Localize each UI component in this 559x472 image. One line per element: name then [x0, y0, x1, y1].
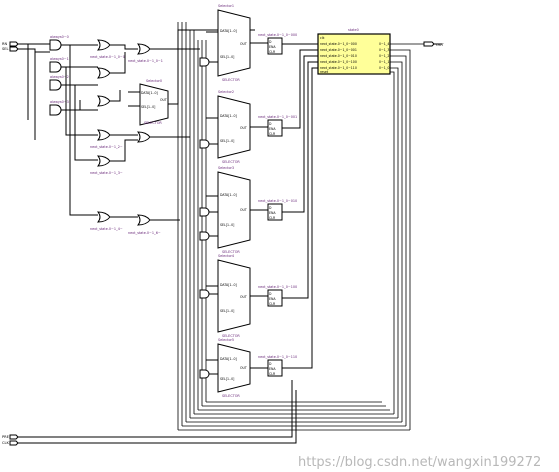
- input-port-pre-label: PRE: [2, 435, 10, 439]
- state-block-footer: reset: [320, 70, 329, 74]
- state-block-header: clk: [320, 36, 325, 40]
- selector-0-type: SELECTOR: [144, 121, 162, 125]
- gate-always0-0: always0~0: [49, 35, 69, 51]
- svg-text:ENA: ENA: [269, 127, 276, 131]
- selector-2-name: Selector2: [218, 90, 234, 94]
- selector-0-out: OUT: [160, 98, 167, 102]
- svg-text:CLR: CLR: [269, 216, 276, 220]
- gate-next-state-8: next_state.0~1_6~: [128, 214, 161, 235]
- gate-next-state-8-label: next_state.0~1_6~: [128, 231, 161, 235]
- input-port-pre: PRE: [2, 434, 19, 440]
- selector-2-type: SELECTOR: [222, 160, 240, 164]
- gate-next-state-3-label: next_state.0~1_2~: [90, 145, 123, 149]
- selector-3-name: Selector3: [218, 166, 234, 170]
- register-4: next_state.0~1_0~110 D ENA CLR: [258, 355, 297, 377]
- gate-next-state-1: [96, 67, 111, 79]
- schematic-canvas: RN SEL always0~0 always0~1 always0~2 alw…: [0, 0, 559, 472]
- gate-next-state-6-label: next_state.0~1_0~1: [128, 59, 163, 63]
- gate-always0-0-label: always0~0: [50, 35, 69, 39]
- selector-0-data-pin: DATA[1..0]: [141, 91, 158, 95]
- selector-5: Selector5 DATA[1..0] SEL[1..0] OUT SELEC…: [217, 338, 251, 398]
- svg-text:ENA: ENA: [269, 367, 276, 371]
- register-0-label: next_state.0~1_0~000: [258, 33, 297, 37]
- output-port-label: OUT: [436, 43, 444, 47]
- gate-next-state-7: [136, 131, 151, 143]
- selector-0-name: Selector0: [146, 79, 162, 83]
- selector-1-out: OUT: [240, 42, 247, 46]
- selector-3-out: OUT: [240, 208, 247, 212]
- selector-5-type: SELECTOR: [222, 394, 240, 398]
- input-port-clk-label: CLK: [2, 441, 10, 445]
- state-block-name: state0: [348, 28, 359, 32]
- gate-next-state-0-label: next_state.0~1_0~0: [90, 55, 125, 59]
- svg-text:next_state.0~1_0~100: next_state.0~1_0~100: [320, 60, 357, 64]
- svg-text:ENA: ENA: [269, 211, 276, 215]
- selector-2-out: OUT: [240, 126, 247, 130]
- gate-always0-1-label: always0~1: [50, 57, 69, 61]
- input-port-clk: CLK: [2, 440, 19, 446]
- gate-next-state-5-label: next_state.0~1_4~: [90, 227, 123, 231]
- svg-text:next_state.0~1_0~000: next_state.0~1_0~000: [320, 42, 357, 46]
- gate-next-state-4-label: next_state.0~1_3~: [90, 171, 123, 175]
- selector-5-out: OUT: [240, 366, 247, 370]
- rtl-schematic: RN SEL always0~0 always0~1 always0~2 alw…: [2, 4, 541, 470]
- svg-text:next_state.0~1_0~001: next_state.0~1_0~001: [320, 48, 357, 52]
- selector-4: Selector4 DATA[1..0] SEL[1..0] OUT SELEC…: [217, 254, 251, 338]
- output-port: OUT: [423, 41, 444, 47]
- selector-4-name: Selector4: [218, 254, 234, 258]
- selector-1-name: Selector1: [218, 4, 234, 8]
- svg-text:0~1_2: 0~1_2: [379, 54, 389, 58]
- selector-2-data-pin: DATA[1..0]: [220, 114, 237, 118]
- svg-text:0~1_3: 0~1_3: [379, 48, 389, 52]
- svg-text:CLR: CLR: [269, 372, 276, 376]
- selector-4-sel-pin: SEL[1..0]: [220, 309, 234, 313]
- svg-text:CLR: CLR: [269, 302, 276, 306]
- register-1-label: next_state.0~1_0~001: [258, 115, 297, 119]
- selector-0: Selector0 DATA[1..0] SEL[1..0] OUT SELEC…: [139, 79, 169, 126]
- watermark: https://blog.csdn.net/wangxin199272: [298, 455, 541, 470]
- register-2-label: next_state.0~1_0~010: [258, 199, 297, 203]
- input-port-sel: SEL: [2, 46, 19, 52]
- gate-next-state-0: next_state.0~1_0~0: [90, 39, 125, 59]
- selector-4-data-pin: DATA[1..0]: [220, 283, 237, 287]
- selector-1-sel-pin: SEL[1..0]: [220, 55, 234, 59]
- selector-1-data-pin: DATA[1..0]: [220, 29, 237, 33]
- register-4-label: next_state.0~1_0~110: [258, 355, 297, 359]
- input-port-rn-label: RN: [2, 42, 7, 46]
- svg-text:0~1_0: 0~1_0: [379, 66, 389, 70]
- selector-5-data-pin: DATA[1..0]: [220, 357, 237, 361]
- register-3-label: next_state.0~1_0~100: [258, 285, 297, 289]
- input-port-rn: RN: [2, 41, 19, 47]
- svg-text:ENA: ENA: [269, 45, 276, 49]
- selector-2-sel-pin: SEL[1..0]: [220, 139, 234, 143]
- selector-5-sel-pin: SEL[1..0]: [220, 377, 234, 381]
- register-1: next_state.0~1_0~001 D ENA CLR: [258, 115, 297, 137]
- svg-text:next_state.0~1_0~010: next_state.0~1_0~010: [320, 54, 357, 58]
- gate-next-state-4: next_state.0~1_3~: [90, 155, 123, 175]
- state-block: state0 clk next_state.0~1_0~000 0~1_4 ne…: [317, 28, 391, 75]
- selector-1: Selector1 DATA[1..0] SEL[1..0] OUT SELEC…: [217, 4, 251, 82]
- selector-4-out: OUT: [240, 295, 247, 299]
- gate-next-state-6: next_state.0~1_0~1: [128, 43, 163, 63]
- selector-3: Selector3 DATA[1..0] SEL[1..0] OUT SELEC…: [217, 166, 251, 254]
- selector-5-name: Selector5: [218, 338, 234, 342]
- selector-0-sel-pin: SEL[1..0]: [141, 105, 155, 109]
- selector-2: Selector2 DATA[1..0] SEL[1..0] OUT SELEC…: [217, 90, 251, 164]
- input-port-sel-label: SEL: [2, 47, 9, 51]
- svg-text:CLR: CLR: [269, 132, 276, 136]
- gate-next-state-3: next_state.0~1_2~: [90, 129, 123, 149]
- svg-text:ENA: ENA: [269, 297, 276, 301]
- selector-1-type: SELECTOR: [222, 78, 240, 82]
- gate-next-state-2: [96, 95, 111, 107]
- selector-3-sel-pin: SEL[1..0]: [220, 223, 234, 227]
- selector-3-data-pin: DATA[1..0]: [220, 193, 237, 197]
- svg-text:0~1_4: 0~1_4: [379, 42, 389, 46]
- svg-text:0~1_1: 0~1_1: [379, 60, 389, 64]
- svg-text:CLR: CLR: [269, 50, 276, 54]
